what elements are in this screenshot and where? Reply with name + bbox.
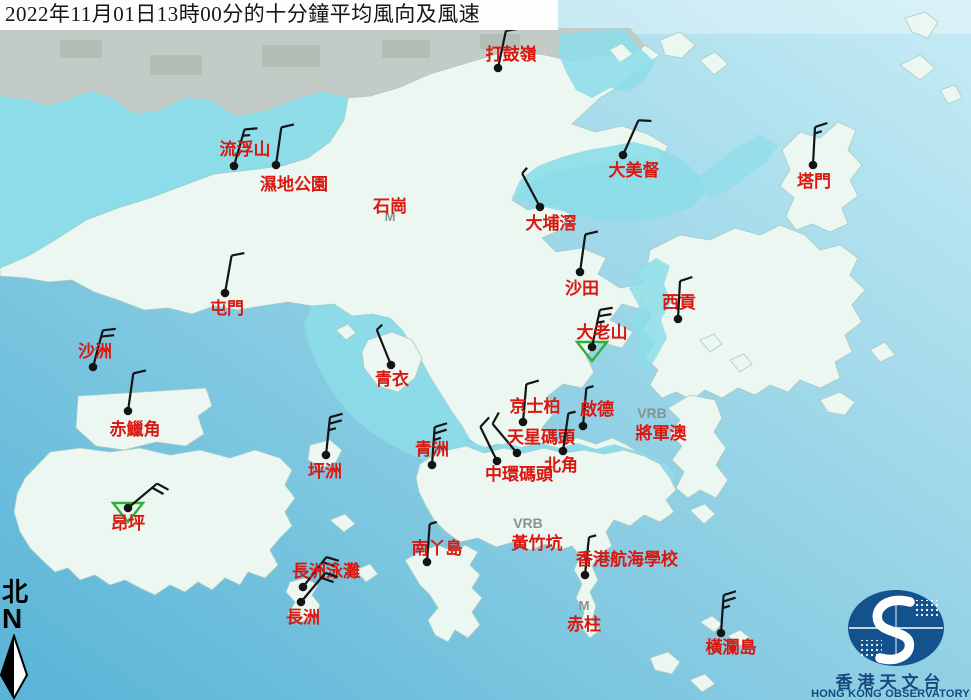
station-dot <box>299 583 308 592</box>
station-label: 大美督 <box>609 160 660 180</box>
station-dot <box>619 151 628 160</box>
station-label: 青衣 <box>375 369 409 389</box>
station-label: 橫瀾島 <box>706 637 757 657</box>
station-dot <box>588 343 597 352</box>
station-label: 青洲 <box>415 439 449 459</box>
wind-map-screen: 打鼓嶺流浮山濕地公園 M 石崗 大美督塔門大埔滘沙田屯門 西貢沙洲 大老山青衣赤鱲角 京士柏… <box>0 0 971 700</box>
station-label: 長洲 <box>286 608 320 627</box>
compass-needle-icon <box>0 634 30 700</box>
station-dot <box>493 457 502 466</box>
station-dot <box>519 418 528 427</box>
station-dot <box>809 161 818 170</box>
map-title: 2022年11月01日13時00分的十分鐘平均風向及風速 <box>0 0 558 30</box>
station-label: 赤柱 <box>567 614 601 634</box>
station-dot <box>322 451 331 460</box>
station-dot <box>513 449 522 458</box>
station-label: 香港航海學校 <box>576 549 679 569</box>
station-dot <box>272 161 281 170</box>
station-label: 西貢 <box>662 293 696 312</box>
station-dot <box>536 203 545 212</box>
station-label: 坪洲 <box>308 462 342 481</box>
station-dot <box>717 629 726 638</box>
station-dot <box>423 558 432 567</box>
station-dot <box>124 504 133 513</box>
station-dot <box>230 162 239 171</box>
variable-wind-marker: VRB <box>637 405 667 421</box>
station-dot <box>576 268 585 277</box>
station-label: 屯門 <box>210 298 244 318</box>
station-label: 沙田 <box>565 279 599 298</box>
station-label: 京士柏 <box>510 396 561 416</box>
station-label: 啟德 <box>580 399 614 419</box>
station-label: 塔門 <box>797 171 831 191</box>
station-label: 將軍澳 <box>636 423 688 443</box>
station-label: 大埔滘 <box>526 213 577 233</box>
station-label: 長洲泳灘 <box>292 561 360 581</box>
station-label: 昂坪 <box>111 514 145 533</box>
station-dot <box>89 363 98 372</box>
station-dot <box>674 315 683 324</box>
station-label: 赤鱲角 <box>110 419 161 439</box>
station-dot <box>297 598 306 607</box>
station-dot <box>559 447 568 456</box>
variable-wind-marker: VRB <box>513 515 543 531</box>
station-dot <box>581 571 590 580</box>
north-label-en: N <box>2 605 22 633</box>
station-label: 流浮山 <box>220 139 271 159</box>
airport-island <box>76 388 212 450</box>
missing-data-marker: M <box>579 598 590 613</box>
hko-logo-en: HONG KONG OBSERVATORY <box>810 688 971 700</box>
station-label: 大老山 <box>577 322 628 342</box>
station-dot <box>579 422 588 431</box>
station-dot <box>494 64 503 73</box>
station-label: 濕地公園 <box>260 174 328 194</box>
station-dot <box>124 407 133 416</box>
station-dot <box>221 289 230 298</box>
station-label: 打鼓嶺 <box>486 44 537 64</box>
station-label: 黃竹坑 <box>511 533 563 553</box>
station-label: 南丫島 <box>412 538 463 558</box>
station-label: 北角 <box>544 455 578 475</box>
sai-kung-land <box>638 225 865 400</box>
station-label: 沙洲 <box>78 342 112 361</box>
station-label: 石崗 <box>372 197 407 216</box>
station-dot <box>428 461 437 470</box>
north-indicator: 北 N <box>0 580 44 700</box>
hko-logo: 香港天文台 HONG KONG OBSERVATORY <box>810 578 971 700</box>
hko-logo-icon <box>810 578 971 668</box>
station-dot <box>387 361 396 370</box>
